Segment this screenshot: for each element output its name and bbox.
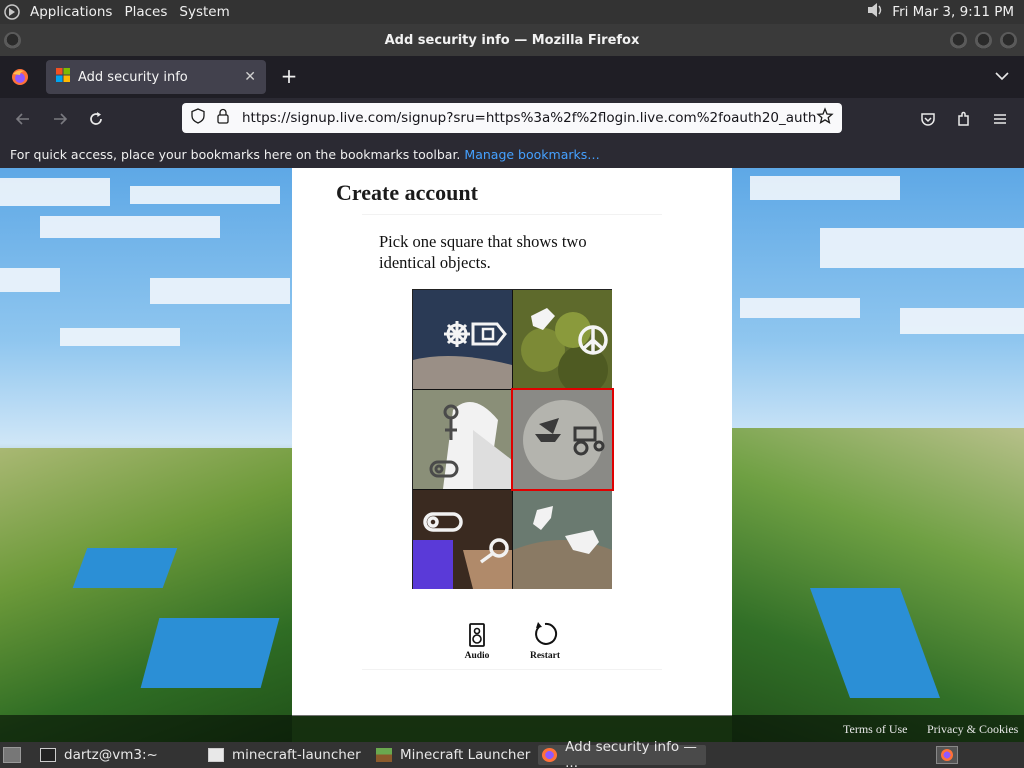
bookmarks-message: For quick access, place your bookmarks h… [10,146,461,162]
taskbar: dartz@vm3:~ minecraft-launcher Minecraft… [0,739,1024,768]
distro-logo-icon[interactable] [0,0,24,24]
pocket-icon[interactable] [917,108,939,130]
minimize-button[interactable] [950,32,967,49]
task-terminal-label: dartz@vm3:~ [64,747,158,763]
microsoft-logo-icon [56,68,70,86]
bookmark-star-icon[interactable] [816,107,834,129]
tab-label: Add security info [78,69,188,85]
task-terminal[interactable]: dartz@vm3:~ [36,745,196,765]
show-desktop-icon[interactable] [3,747,21,763]
url-bar[interactable]: https://signup.live.com/signup?sru=https… [182,103,842,133]
tab-strip: Add security info ✕ + [0,56,1024,98]
clock[interactable]: Fri Mar 3, 9:11 PM [892,4,1014,20]
window-title: Add security info — Mozilla Firefox [384,32,640,48]
list-all-tabs-icon[interactable] [994,68,1012,86]
window-icon [208,748,224,762]
page-content: Create account Pick one square that show… [0,168,1024,742]
captcha-instruction: Pick one square that shows two identical… [379,232,587,272]
minecraft-icon [376,748,392,762]
top-panel: Applications Places System Fri Mar 3, 9:… [0,0,1024,24]
privacy-cookies-link[interactable]: Privacy & Cookies [927,722,1018,737]
task-minecraft-launcher[interactable]: Minecraft Launcher [372,745,532,765]
lock-icon[interactable] [216,108,230,128]
tray-firefox-icon[interactable] [936,746,958,764]
firefox-view-icon[interactable] [0,56,40,98]
terminal-icon [40,748,56,762]
menu-system[interactable]: System [173,0,235,24]
captcha-cell-1[interactable] [413,290,512,389]
nav-bar: https://signup.live.com/signup?sru=https… [0,98,1024,140]
window-titlebar[interactable]: Add security info — Mozilla Firefox [0,24,1024,56]
captcha-challenge: Pick one square that shows two identical… [362,214,662,670]
page-footer: Terms of Use Privacy & Cookies [0,715,1024,742]
signup-card: Create account Pick one square that show… [292,168,732,716]
new-tab-button[interactable]: + [278,66,300,88]
volume-icon[interactable] [866,1,886,23]
close-button[interactable] [1000,32,1017,49]
window-menu-button[interactable] [4,32,21,49]
maximize-button[interactable] [975,32,992,49]
restart-label: Restart [529,651,561,661]
reload-icon[interactable] [85,108,107,130]
url-text[interactable]: https://signup.live.com/signup?sru=https… [242,110,816,126]
page-title: Create account [336,180,478,205]
restart-button[interactable]: Restart [525,619,565,661]
captcha-cell-4-selected[interactable] [511,388,614,491]
task-minecraft-launcher-window-label: minecraft-launcher [232,747,361,763]
captcha-controls: Audio Restart [457,619,567,669]
captcha-grid [412,289,614,589]
tab-add-security-info[interactable]: Add security info ✕ [46,60,266,94]
captcha-cell-5[interactable] [413,490,512,589]
task-minecraft-launcher-window[interactable]: minecraft-launcher [204,745,364,765]
task-firefox[interactable]: Add security info — ... [538,739,706,768]
speaker-icon [457,619,497,647]
forward-icon[interactable] [49,108,71,130]
bookmarks-toolbar: For quick access, place your bookmarks h… [0,140,1024,168]
menu-places[interactable]: Places [118,0,173,24]
terms-of-use-link[interactable]: Terms of Use [843,722,907,737]
restart-icon [525,619,565,647]
firefox-icon [542,748,558,762]
audio-button[interactable]: Audio [457,619,497,661]
tracking-protection-icon[interactable] [190,108,206,128]
captcha-cell-6[interactable] [513,490,612,589]
menu-applications[interactable]: Applications [24,0,118,24]
extensions-icon[interactable] [953,108,975,130]
captcha-cell-3[interactable] [413,390,512,489]
back-icon[interactable] [12,108,34,130]
manage-bookmarks-link[interactable]: Manage bookmarks… [464,147,599,162]
menu-hamburger-icon[interactable] [989,108,1011,130]
audio-label: Audio [464,651,490,661]
captcha-cell-2[interactable] [513,290,612,389]
task-minecraft-launcher-label: Minecraft Launcher [400,747,531,763]
task-firefox-label: Add security info — ... [565,739,697,768]
close-tab-icon[interactable]: ✕ [244,69,256,85]
